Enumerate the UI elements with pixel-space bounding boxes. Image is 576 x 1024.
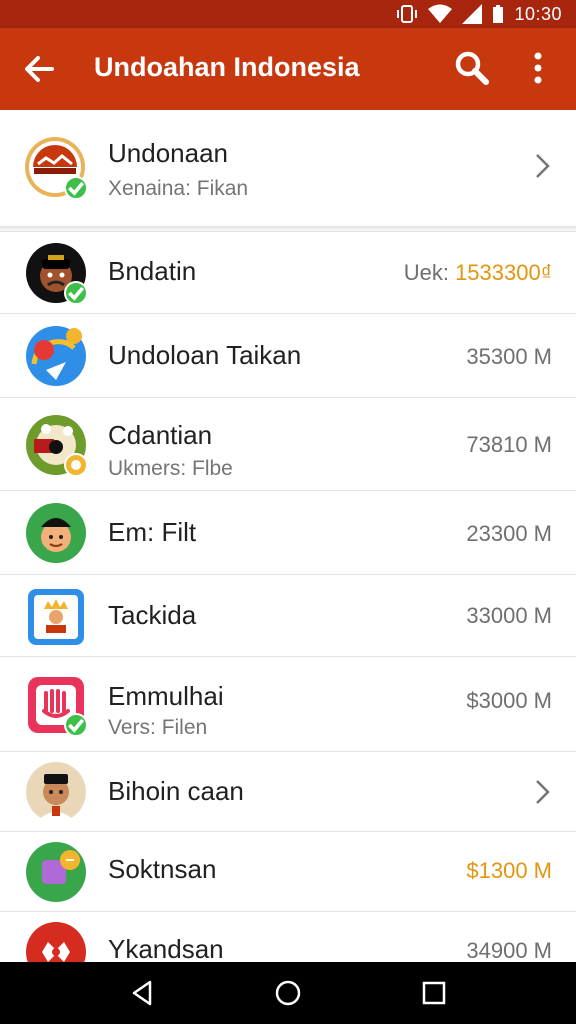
item-value: 73810 M [466, 432, 552, 457]
list-item[interactable]: Emmulhai Vers: Filen $3000 M [0, 656, 576, 752]
system-nav-bar [0, 962, 576, 1024]
nav-home-icon[interactable] [273, 978, 303, 1008]
featured-title: Undonaan [108, 138, 228, 168]
nav-back-icon[interactable] [128, 978, 158, 1008]
avatar [26, 243, 88, 305]
list-item[interactable]: Soktnsan $1300 M [0, 831, 576, 912]
list-item[interactable]: Bndatin Uek: 1533300₫ [0, 231, 576, 314]
item-title: Bihoin caan [108, 776, 244, 806]
check-badge-icon [64, 281, 88, 305]
item-value: 33000 M [466, 603, 552, 628]
avatar [26, 326, 86, 386]
wifi-icon [428, 4, 453, 23]
avatar [26, 587, 86, 647]
item-value: 34900 M [466, 938, 552, 963]
status-bar: 10:30 [0, 0, 576, 28]
item-value: 35300 M [466, 344, 552, 369]
featured-subtitle: Xenaina: Fikan [108, 177, 249, 200]
arrow-back-icon[interactable] [22, 52, 56, 86]
item-title: Emmulhai [108, 681, 224, 711]
coin-badge-icon [64, 453, 88, 477]
app-bar: Undoahan Indonesia [0, 28, 576, 110]
item-value: $3000 M [466, 688, 552, 713]
item-value: 23300 M [466, 521, 552, 546]
item-title: Em: Filt [108, 517, 197, 547]
featured-item[interactable]: Undonaan Xenaina: Fikan [0, 110, 576, 227]
item-title: Bndatin [108, 256, 197, 286]
item-title: Cdantian [108, 420, 213, 450]
featured-logo [24, 136, 88, 200]
avatar [26, 842, 86, 902]
page-title: Undoahan Indonesia [94, 52, 360, 82]
check-badge-icon [64, 176, 88, 200]
avatar [26, 503, 86, 563]
item-title: Soktnsan [108, 854, 217, 884]
search-icon[interactable] [454, 50, 490, 86]
list-item[interactable]: Undoloan Taikan 35300 M [0, 313, 576, 398]
item-subtitle: Vers: Filen [108, 716, 208, 739]
list-item[interactable]: Cdantian Ukmers: Flbe 73810 M [0, 397, 576, 491]
status-time: 10:30 [514, 3, 562, 24]
item-value-prefix: Uek: [403, 260, 456, 285]
battery-icon [493, 5, 504, 23]
nav-recents-icon[interactable] [419, 978, 449, 1008]
list-item[interactable]: Em: Filt 23300 M [0, 490, 576, 575]
item-title: Tackida [108, 600, 197, 630]
avatar [26, 762, 86, 822]
more-vert-icon[interactable] [527, 50, 549, 86]
item-value: Uek: 1533300₫ [404, 260, 552, 286]
avatar [26, 415, 88, 477]
signal-icon [462, 4, 483, 24]
chevron-right-icon[interactable] [534, 152, 552, 180]
vibrate-icon [397, 5, 418, 23]
list-item[interactable]: Tackida 33000 M [0, 574, 576, 657]
check-badge-icon [64, 713, 88, 737]
item-title: Undoloan Taikan [108, 340, 302, 370]
avatar [26, 675, 88, 737]
item-subtitle: Ukmers: Flbe [108, 457, 233, 480]
list-item[interactable]: Bihoin caan [0, 751, 576, 832]
item-value-amount: 1533300₫ [455, 260, 552, 285]
chevron-right-icon[interactable] [534, 778, 552, 806]
item-title: Ykandsan [108, 934, 224, 964]
item-value: $1300 M [466, 858, 552, 883]
